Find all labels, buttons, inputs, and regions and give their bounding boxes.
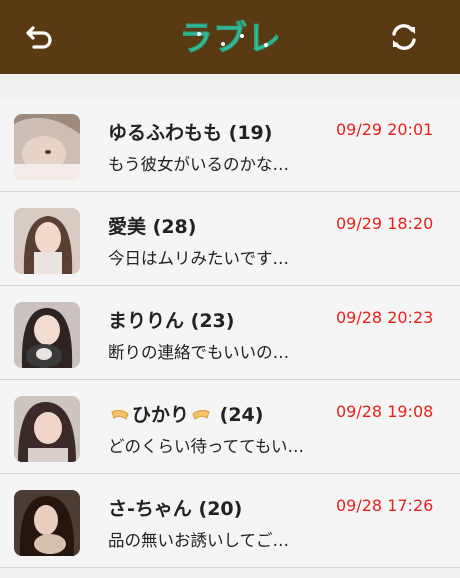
message-time: 09/29 20:01	[336, 120, 434, 139]
avatar	[14, 114, 80, 180]
contact-name-text: ゆるふわもも	[108, 122, 223, 144]
avatar	[14, 396, 80, 462]
contact-age: (23)	[190, 310, 235, 332]
contact-name: ひかり (24)	[108, 400, 263, 427]
message-time: 09/29 18:20	[336, 214, 434, 233]
message-preview: 断りの連絡でもいいの…	[108, 343, 290, 362]
message-row[interactable]: さ-ちゃん (20) 09/28 17:26 品の無いお誘いしてご…	[0, 474, 460, 568]
contact-age: (20)	[198, 498, 243, 520]
message-row[interactable]: ひかり (24) 09/28 19:08 どのくらい待っててもい…	[0, 380, 460, 474]
message-row[interactable]: ゆるふわもも (19) 09/29 20:01 もう彼女がいるのかな…	[0, 98, 460, 192]
refresh-button[interactable]	[384, 17, 424, 57]
contact-name: まりりん (23)	[108, 306, 234, 333]
back-button[interactable]	[20, 17, 60, 57]
contact-age: (24)	[219, 404, 264, 426]
ribbon-icon	[111, 409, 129, 420]
avatar	[14, 302, 80, 368]
contact-name-text: 愛美	[108, 216, 147, 238]
avatar	[14, 208, 80, 274]
contact-name: さ-ちゃん (20)	[108, 494, 242, 521]
avatar	[14, 490, 80, 556]
message-row[interactable]: 愛美 (28) 09/29 18:20 今日はムリみたいです…	[0, 192, 460, 286]
contact-name: ゆるふわもも (19)	[108, 118, 272, 145]
back-icon	[26, 26, 52, 49]
contact-age: (28)	[152, 216, 197, 238]
app-title: ラブレ	[179, 19, 281, 59]
contact-name: 愛美 (28)	[108, 212, 196, 239]
message-preview: もう彼女がいるのかな…	[108, 155, 290, 174]
message-preview: 品の無いお誘いしてご…	[108, 531, 290, 550]
ribbon-icon	[192, 409, 210, 420]
message-time: 09/28 20:23	[336, 308, 434, 327]
message-row[interactable]: まりりん (23) 09/28 20:23 断りの連絡でもいいの…	[0, 286, 460, 380]
contact-age: (19)	[228, 122, 273, 144]
app-logo: ラブレ	[179, 19, 282, 60]
app-header: ラブレ	[0, 0, 460, 74]
message-preview: どのくらい待っててもい…	[108, 437, 305, 456]
contact-name-text: ひかり	[132, 404, 190, 426]
message-list: ゆるふわもも (19) 09/29 20:01 もう彼女がいるのかな… 愛美 (…	[0, 98, 460, 568]
contact-name-text: さ-ちゃん	[108, 498, 192, 520]
message-preview: 今日はムリみたいです…	[108, 249, 290, 268]
message-time: 09/28 17:26	[336, 496, 434, 515]
message-time: 09/28 19:08	[336, 402, 434, 421]
contact-name-text: まりりん	[108, 310, 185, 332]
refresh-icon	[392, 24, 416, 50]
